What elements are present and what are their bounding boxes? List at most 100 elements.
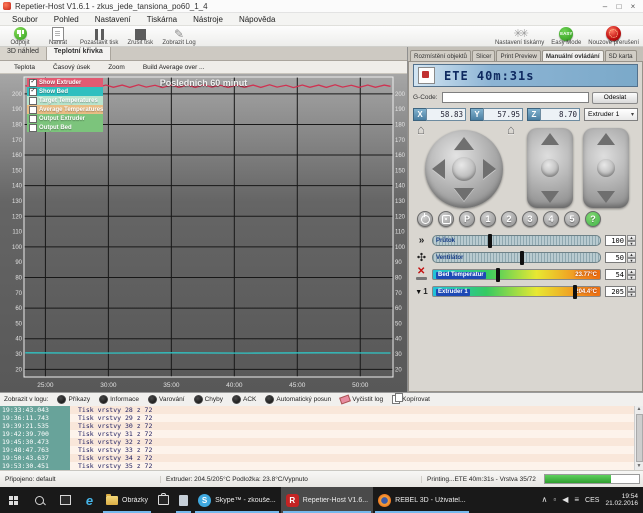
log-filter-varov-n-[interactable]: Varování: [148, 395, 185, 404]
tab-sd-karta[interactable]: SD karta: [605, 50, 637, 61]
tray-icon[interactable]: ∧: [542, 496, 548, 504]
z-jog-pad[interactable]: [527, 128, 573, 208]
toolbar-disconnect-button[interactable]: Odpojit: [4, 27, 36, 46]
clear-log-button[interactable]: Vyčistit log: [340, 396, 383, 403]
legend-checkbox[interactable]: ✓: [29, 88, 37, 96]
bed-temp-slider[interactable]: Bed Temperatur23.77°C: [432, 269, 601, 280]
taskbar-item-edge[interactable]: e: [78, 487, 101, 513]
park-button[interactable]: P: [459, 211, 475, 227]
send-button[interactable]: Odeslat: [592, 92, 638, 104]
log-scrollbar[interactable]: ▲ ▼: [634, 406, 643, 470]
toolbar-emergency-stop-button[interactable]: Nouzové přerušení: [588, 27, 639, 46]
tab-rozm-st-n-objekt-[interactable]: Rozmístění objektů: [410, 50, 471, 61]
retract-icon[interactable]: [597, 133, 615, 145]
taskbar-item-repetier[interactable]: RRepetier-Host V1.6...: [281, 487, 373, 513]
motors-off-button[interactable]: [438, 211, 454, 227]
chart-menu-item[interactable]: Časový úsek: [45, 64, 98, 71]
power-button[interactable]: [417, 211, 433, 227]
spin-down-icon[interactable]: ▼: [627, 292, 636, 298]
toolbar-easy-mode-button[interactable]: EASYEasy Mode: [550, 27, 582, 46]
extrude-icon[interactable]: [597, 191, 615, 203]
legend-checkbox[interactable]: [29, 124, 37, 132]
clock[interactable]: 19:54 21.02.2016: [605, 493, 638, 507]
scroll-down-icon[interactable]: ▼: [637, 463, 642, 470]
spin-down-icon[interactable]: ▼: [627, 275, 636, 281]
xy-jog-pad[interactable]: [425, 130, 503, 208]
toolbar-pause-print-button[interactable]: Pozastavit tisk: [80, 27, 118, 46]
z-down-icon[interactable]: [541, 191, 559, 203]
legend-checkbox[interactable]: [29, 115, 37, 123]
task-view-button[interactable]: [52, 487, 78, 513]
log-filter-ack[interactable]: ACK: [232, 395, 256, 404]
menu-item[interactable]: Pohled: [46, 15, 87, 24]
legend-checkbox[interactable]: ✓: [29, 79, 37, 87]
jog-y-minus-icon[interactable]: [454, 188, 474, 201]
legend-item[interactable]: ✓Show Extruder: [27, 78, 103, 87]
taskbar-item-firefox[interactable]: REBEL 3D - Uživatel...: [373, 487, 471, 513]
log-filter-informace[interactable]: Informace: [99, 395, 139, 404]
jog-y-plus-icon[interactable]: [454, 137, 474, 150]
taskbar-item-store[interactable]: [153, 487, 174, 513]
jog-center-knob[interactable]: [452, 157, 476, 181]
help-button[interactable]: ?: [585, 211, 601, 227]
menu-item[interactable]: Nastavení: [87, 15, 139, 24]
scroll-thumb[interactable]: [636, 414, 643, 462]
chart-menu-item[interactable]: Teplota: [6, 64, 43, 71]
spin-down-icon[interactable]: ▼: [627, 241, 636, 247]
slider-thumb[interactable]: [573, 285, 577, 299]
fan-slider[interactable]: Ventilátor: [432, 252, 601, 263]
start-button[interactable]: [0, 487, 26, 513]
language-indicator[interactable]: CES: [585, 497, 599, 504]
taskbar-item-doc[interactable]: [174, 487, 193, 513]
tab-manu-ln-ovl-d-n-[interactable]: Manuální ovládání: [542, 50, 604, 61]
extruder-jog-pad[interactable]: [583, 128, 629, 208]
flowrate-value[interactable]: 100: [605, 235, 626, 246]
toolbar-load-button[interactable]: Nahrát: [42, 27, 74, 46]
fan-value[interactable]: 50: [605, 252, 626, 263]
bed-temp-value[interactable]: 54: [605, 269, 626, 280]
preset-1-button[interactable]: 1: [480, 211, 496, 227]
legend-item[interactable]: Output Bed: [27, 123, 103, 132]
extruder-select[interactable]: Extruder 1 ▾: [584, 108, 638, 121]
log-filter-p-kazy[interactable]: Příkazy: [57, 395, 90, 404]
preset-3-button[interactable]: 3: [522, 211, 538, 227]
legend-item[interactable]: Average Temperatures: [27, 105, 103, 114]
jog-x-minus-icon[interactable]: [432, 159, 445, 179]
preset-2-button[interactable]: 2: [501, 211, 517, 227]
legend-item[interactable]: Target Temperatures: [27, 96, 103, 105]
jog-x-plus-icon[interactable]: [483, 159, 496, 179]
tray-icon[interactable]: ◀: [562, 496, 568, 504]
toolbar-printer-settings-button[interactable]: ✳✳Nastavení tiskárny: [495, 27, 544, 46]
legend-item[interactable]: Output Extruder: [27, 114, 103, 123]
menu-item[interactable]: Nápověda: [231, 15, 283, 24]
chart-menu-item[interactable]: Zoom: [100, 64, 133, 71]
legend-checkbox[interactable]: [29, 97, 37, 105]
z-up-icon[interactable]: [541, 133, 559, 145]
menu-item[interactable]: Nástroje: [185, 15, 231, 24]
taskbar-item-folder[interactable]: Obrázky: [101, 487, 153, 513]
copy-log-button[interactable]: Kopírovat: [392, 395, 430, 404]
extrude-center-knob[interactable]: [597, 159, 615, 177]
log-filter-automatick-posun[interactable]: Automatický posun: [265, 395, 331, 404]
toolbar-stop-print-button[interactable]: Zrušit tisk: [124, 27, 156, 46]
spin-down-icon[interactable]: ▼: [627, 258, 636, 264]
z-center-knob[interactable]: [541, 159, 559, 177]
taskbar-item-skype[interactable]: SSkype™ - zkouše...: [193, 487, 281, 513]
gcode-input[interactable]: [442, 92, 589, 103]
minimize-button[interactable]: –: [599, 2, 611, 11]
toolbar-toggle-log-button[interactable]: ✎Zobrazit Log: [162, 27, 195, 46]
legend-item[interactable]: ✓Show Bed: [27, 87, 103, 96]
slider-thumb[interactable]: [496, 268, 500, 282]
tab-print-preview[interactable]: Print Preview: [496, 50, 540, 61]
maximize-button[interactable]: □: [613, 2, 625, 11]
search-button[interactable]: [26, 487, 52, 513]
close-button[interactable]: ×: [627, 2, 639, 11]
tray-icon[interactable]: ≡: [574, 496, 579, 504]
scroll-up-icon[interactable]: ▲: [637, 406, 642, 413]
slider-thumb[interactable]: [520, 251, 524, 265]
tab-3d-view[interactable]: 3D náhled: [0, 47, 47, 60]
home-y-icon[interactable]: ⌂: [507, 122, 515, 137]
home-x-icon[interactable]: ⌂: [417, 122, 425, 137]
extruder-temp-slider[interactable]: Extruder 1204.4°C: [432, 286, 601, 297]
preset-4-button[interactable]: 4: [543, 211, 559, 227]
